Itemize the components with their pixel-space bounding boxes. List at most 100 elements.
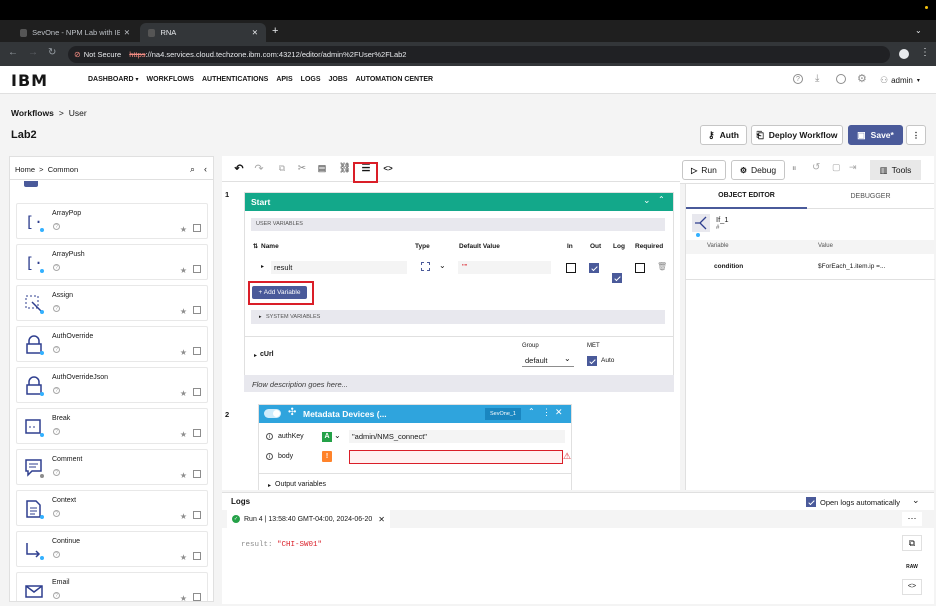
ibm-logo[interactable]: IBM [11,71,48,90]
copy-icon[interactable]: ⧉ [274,160,290,176]
paste-icon[interactable]: ▤ [314,160,330,176]
step-over-icon[interactable]: ⇥ [849,162,857,173]
open-external-icon[interactable] [193,429,201,437]
gear-icon[interactable]: ⚙ [857,72,867,85]
info-icon[interactable]: i [266,433,273,440]
collapse-all-icon[interactable]: ⌄ [643,195,651,206]
expand-row-icon[interactable]: ▸ [261,263,264,270]
run-button[interactable]: ▷ Run [682,160,726,180]
open-external-icon[interactable] [193,470,201,478]
nav-jobs[interactable]: JOBS [329,76,348,83]
library-item-assign[interactable]: Assign ? ★ [16,285,208,321]
metadata-devices-node[interactable]: ✣ Metadata Devices (... SevOne_1 ⌃ ⋮ ✕ i… [258,404,572,490]
workflow-canvas[interactable]: ↶ ↷ ⧉ ✂ ▤ ⛓ ☰ <> 1 Start ⌄ ⌃ USER VARIAB… [222,156,680,490]
redo-icon[interactable]: ↷ [251,160,267,176]
close-tab-icon[interactable]: ✕ [252,28,258,37]
overflow-menu-icon[interactable]: ⋯ [902,512,922,526]
browser-menu-icon[interactable]: ⋮ [920,47,930,58]
open-external-icon[interactable] [193,224,201,232]
restart-icon[interactable]: ↺ [812,162,820,173]
close-tab-icon[interactable]: ✕ [124,28,130,37]
group-select[interactable]: default ⌄ [522,354,574,367]
download-icon[interactable]: ⤓ [815,73,819,84]
library-item-continue[interactable]: Continue ? ★ [16,531,208,567]
library-item-break[interactable]: Break ? ★ [16,408,208,444]
cut-icon[interactable]: ✂ [294,160,310,176]
code-icon[interactable]: <> [902,579,922,595]
open-external-icon[interactable] [193,347,201,355]
info-icon[interactable]: ? [53,428,60,435]
nav-automation-center[interactable]: AUTOMATION CENTER [356,76,434,83]
info-icon[interactable]: ? [53,387,60,394]
log-checkbox[interactable] [612,273,622,283]
globe-icon[interactable] [836,74,846,84]
address-bar[interactable]: ⊘ Not Secure https ://na4.services.cloud… [68,46,890,63]
undo-icon[interactable]: ↶ [231,160,247,176]
help-icon[interactable]: ? [793,74,803,84]
info-icon[interactable]: i [266,453,273,460]
code-icon[interactable]: <> [380,160,396,176]
raw-button[interactable]: RAW [902,559,922,575]
system-variables-bar[interactable]: ▸ SYSTEM VARIABLES [251,310,665,324]
auth-key-input[interactable]: "admin/NMS_connect" [349,430,565,443]
info-icon[interactable]: ? [53,223,60,230]
breadcrumb-workflows[interactable]: Workflows [11,108,54,118]
delete-icon[interactable]: 🗑 [657,262,667,271]
library-breadcrumb[interactable]: Home > Common [15,165,78,174]
hierarchy-icon[interactable]: ⛓ [337,160,353,176]
open-logs-checkbox[interactable] [806,497,816,507]
warning-badge[interactable]: ! [322,451,332,462]
auth-button[interactable]: ⚷ Auth [700,125,747,145]
nav-apis[interactable]: APIS [276,76,292,83]
info-icon[interactable]: ? [53,264,60,271]
library-item-context[interactable]: Context ? ★ [16,490,208,526]
open-external-icon[interactable] [193,511,201,519]
variable-name-input[interactable]: result [271,261,407,274]
browser-tab-rna[interactable]: RNA ✕ [140,23,266,42]
nav-authentications[interactable]: AUTHENTICATIONS [202,76,268,83]
tab-search-icon[interactable]: ⌄ [915,26,922,35]
open-external-icon[interactable] [193,552,201,560]
type-dropdown-icon[interactable]: ⌄ [439,261,446,270]
forward-icon[interactable]: → [28,47,38,58]
start-block[interactable]: Start ⌄ ⌃ USER VARIABLES ⇅ Name Type Def… [244,192,674,392]
favorite-star-icon[interactable]: ★ [180,307,187,316]
favorite-star-icon[interactable]: ★ [180,594,187,601]
output-variables-label[interactable]: Output variables [275,481,326,488]
out-checkbox[interactable] [589,263,599,273]
info-icon[interactable]: ? [53,469,60,476]
in-checkbox[interactable] [566,263,576,273]
browser-tab-sevone[interactable]: SevOne - NPM Lab with IBM ( ✕ [12,23,138,42]
favorite-star-icon[interactable]: ★ [180,389,187,398]
favorite-star-icon[interactable]: ★ [180,512,187,521]
favorite-star-icon[interactable]: ★ [180,225,187,234]
info-icon[interactable]: ? [53,551,60,558]
nav-workflows[interactable]: WORKFLOWS [147,76,194,83]
expand-curl-icon[interactable]: ▸ [254,352,257,359]
nav-dashboard[interactable]: DASHBOARD [88,76,134,83]
chevron-down-icon[interactable]: ⌄ [912,495,920,506]
nav-logs[interactable]: LOGS [301,76,321,83]
library-item-authoverride[interactable]: AuthOverride ? ★ [16,326,208,362]
breadcrumb-user[interactable]: User [69,108,87,118]
open-external-icon[interactable] [193,593,201,601]
chevron-down-icon[interactable]: ⌄ [334,431,341,440]
save-button[interactable]: ▣ Save* [848,125,903,145]
user-menu[interactable]: ⚇ admin ▾ [880,75,920,86]
body-input[interactable] [349,450,563,464]
library-item-arraypush[interactable]: [·] ArrayPush ? ★ [16,244,208,280]
favorite-star-icon[interactable]: ★ [180,266,187,275]
reload-icon[interactable]: ↻ [48,47,56,58]
debug-button[interactable]: ⚙ Debug [731,160,785,180]
back-icon[interactable]: ← [8,47,18,58]
info-icon[interactable]: ? [53,510,60,517]
sort-icon[interactable]: ⇅ [253,243,258,250]
overflow-menu-icon[interactable]: ⋮ [542,407,551,418]
open-external-icon[interactable] [193,265,201,273]
info-icon[interactable]: ? [53,592,60,599]
flow-description[interactable]: Flow description goes here... [244,375,674,392]
chevron-up-icon[interactable]: ⌃ [528,407,535,416]
stop-icon[interactable]: ▢ [832,162,841,173]
expand-icon[interactable]: ▸ [268,482,271,489]
favorite-star-icon[interactable]: ★ [180,471,187,480]
